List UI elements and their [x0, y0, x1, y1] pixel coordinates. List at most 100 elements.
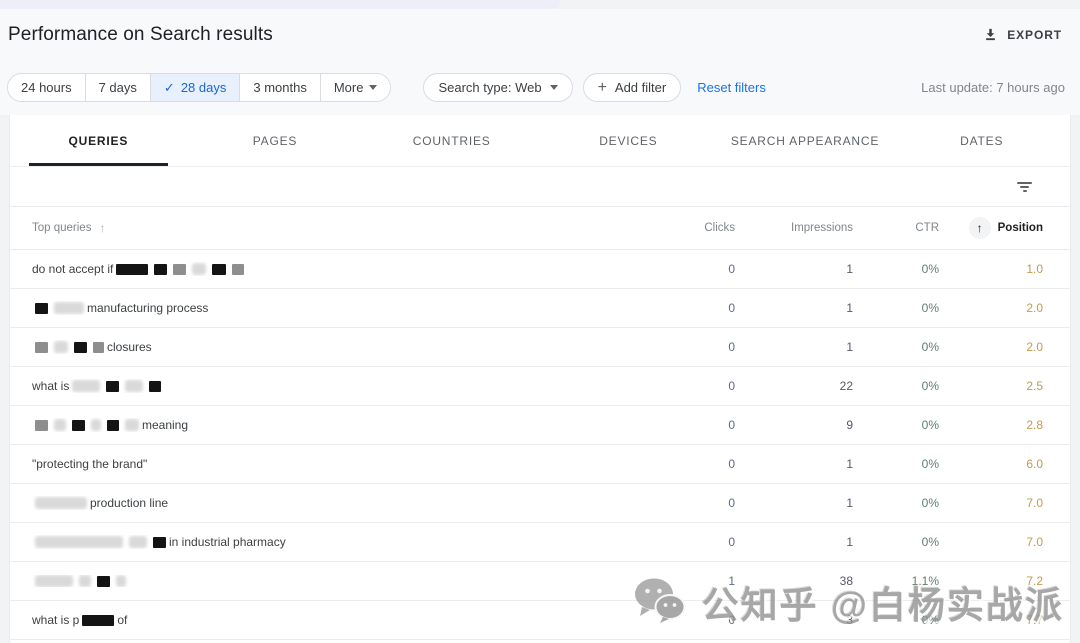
date-range-3-months[interactable]: 3 months	[240, 74, 320, 101]
redaction-box	[79, 575, 91, 587]
impressions-value: 1	[735, 535, 853, 549]
redaction-box	[93, 342, 104, 353]
ctr-value: 0%	[853, 301, 939, 315]
table-row[interactable]: closures010%2.0	[10, 328, 1070, 367]
clicks-value: 0	[623, 340, 735, 354]
redaction-box	[82, 615, 114, 626]
redaction-box	[153, 537, 166, 548]
query-cell: do not accept if	[10, 262, 623, 276]
query-text: what is	[32, 379, 69, 393]
tab-devices[interactable]: DEVICES	[540, 115, 717, 166]
search-type-filter[interactable]: Search type: Web	[423, 73, 572, 102]
query-cell: meaning	[10, 418, 623, 432]
clicks-value: 0	[623, 262, 735, 276]
page-title: Performance on Search results	[8, 24, 273, 46]
redaction-box	[35, 342, 48, 353]
redaction-box	[129, 536, 147, 548]
date-range-more[interactable]: More	[321, 74, 391, 101]
clicks-column-header[interactable]: Clicks	[623, 222, 735, 234]
tab-search-appearance[interactable]: SEARCH APPEARANCE	[717, 115, 894, 166]
filter-bar: 24 hours7 days✓28 days3 monthsMore Searc…	[0, 60, 1080, 115]
add-filter-label: Add filter	[615, 80, 666, 95]
table-row[interactable]: what is pof030%7.7	[10, 601, 1070, 640]
plus-icon: +	[598, 80, 607, 96]
position-value: 7.2	[939, 574, 1070, 588]
redaction-box	[212, 264, 226, 275]
impressions-value: 1	[735, 340, 853, 354]
redaction-box	[154, 264, 167, 275]
ctr-value: 0%	[853, 457, 939, 471]
table-row[interactable]: meaning090%2.8	[10, 406, 1070, 445]
check-icon: ✓	[164, 80, 175, 96]
impressions-value: 22	[735, 379, 853, 393]
query-text: production line	[90, 496, 168, 510]
ctr-value: 1.1%	[853, 574, 939, 588]
report-card: QUERIESPAGESCOUNTRIESDEVICESSEARCH APPEA…	[9, 115, 1071, 643]
filter-table-icon[interactable]	[1013, 178, 1036, 196]
position-value: 7.0	[939, 535, 1070, 549]
query-cell	[10, 575, 623, 587]
position-value: 2.0	[939, 301, 1070, 315]
date-range-group: 24 hours7 days✓28 days3 monthsMore	[7, 73, 391, 102]
redaction-box	[107, 420, 119, 431]
redaction-box	[192, 263, 206, 275]
position-column-header[interactable]: ↑ Position	[939, 217, 1070, 239]
ctr-value: 0%	[853, 496, 939, 510]
ctr-value: 0%	[853, 379, 939, 393]
impressions-value: 38	[735, 574, 853, 588]
last-update-text: Last update: 7 hours ago	[921, 80, 1065, 95]
ctr-value: 0%	[853, 613, 939, 627]
ctr-value: 0%	[853, 535, 939, 549]
clicks-value: 0	[623, 496, 735, 510]
query-text: what is p	[32, 613, 79, 627]
redaction-box	[35, 303, 48, 314]
table-row[interactable]: in industrial pharmacy010%7.0	[10, 523, 1070, 562]
position-value: 6.0	[939, 457, 1070, 471]
clicks-value: 0	[623, 613, 735, 627]
redaction-box	[54, 341, 68, 353]
date-range-24-hours[interactable]: 24 hours	[8, 74, 86, 101]
query-cell: production line	[10, 496, 623, 510]
redaction-box	[97, 576, 110, 587]
date-range-28-days[interactable]: ✓28 days	[151, 74, 240, 101]
tab-pages[interactable]: PAGES	[187, 115, 364, 166]
table-row[interactable]: production line010%7.0	[10, 484, 1070, 523]
clicks-value: 1	[623, 574, 735, 588]
redaction-box	[54, 419, 66, 431]
tab-countries[interactable]: COUNTRIES	[363, 115, 540, 166]
clicks-value: 0	[623, 379, 735, 393]
table-row[interactable]: manufacturing process010%2.0	[10, 289, 1070, 328]
table-row[interactable]: what is0220%2.5	[10, 367, 1070, 406]
redaction-box	[35, 575, 73, 587]
export-button[interactable]: EXPORT	[983, 27, 1062, 42]
redaction-box	[125, 380, 143, 392]
position-value: 7.0	[939, 496, 1070, 510]
query-cell: closures	[10, 340, 623, 354]
redaction-box	[35, 536, 123, 548]
table-row[interactable]: "protecting the brand"010%6.0	[10, 445, 1070, 484]
redaction-box	[232, 264, 244, 275]
search-type-label: Search type: Web	[438, 80, 541, 95]
redaction-box	[72, 380, 100, 392]
browser-remnant-strip	[0, 0, 1080, 9]
chevron-down-icon	[369, 85, 377, 90]
redaction-box	[116, 575, 126, 587]
add-filter-button[interactable]: + Add filter	[583, 73, 682, 102]
query-cell: manufacturing process	[10, 301, 623, 315]
tab-dates[interactable]: DATES	[893, 115, 1070, 166]
query-text: closures	[107, 340, 152, 354]
reset-filters-link[interactable]: Reset filters	[697, 80, 766, 95]
impressions-value: 9	[735, 418, 853, 432]
impressions-column-header[interactable]: Impressions	[735, 222, 853, 234]
redaction-box	[72, 420, 85, 431]
date-range-7-days[interactable]: 7 days	[86, 74, 151, 101]
impressions-value: 1	[735, 457, 853, 471]
top-queries-header[interactable]: Top queries ↑	[10, 221, 623, 235]
table-row[interactable]: 1381.1%7.2	[10, 562, 1070, 601]
tab-queries[interactable]: QUERIES	[10, 115, 187, 166]
query-cell: what is pof	[10, 613, 623, 627]
ctr-column-header[interactable]: CTR	[853, 222, 939, 234]
redaction-box	[125, 419, 139, 431]
table-row[interactable]: do not accept if010%1.0	[10, 250, 1070, 289]
redaction-box	[35, 420, 48, 431]
